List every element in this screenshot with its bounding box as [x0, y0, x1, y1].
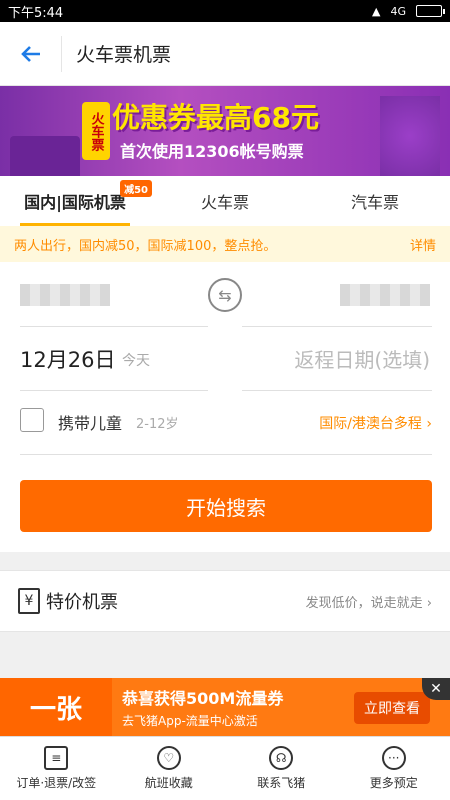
- ad-text: 恭喜获得500M流量券 去飞猪App-流量中心激活: [112, 685, 283, 729]
- notice-text: 两人出行，国内减50，国际减100，整点抢。: [14, 238, 277, 254]
- bottom-nav: ≡ 订单·退票/改签 ♡ 航班收藏 ☊ 联系飞猪 ··· 更多预定: [0, 736, 450, 800]
- ad-banner[interactable]: 一张 恭喜获得500M流量券 去飞猪App-流量中心激活 立即查看 ✕: [0, 678, 450, 736]
- intl-link-label: 国际/港澳台多程: [319, 416, 422, 432]
- yen-ticket-icon: ¥: [18, 588, 40, 614]
- more-icon: ···: [381, 746, 406, 770]
- special-flights-label: 特价机票: [46, 592, 118, 613]
- child-age-label: 2-12岁: [136, 417, 179, 432]
- search-button[interactable]: 开始搜索: [20, 480, 432, 532]
- battery-icon: [416, 5, 445, 17]
- search-form: ⇆ 12月26日 今天 返程日期(选填) 携带儿童 2-12岁 国际/港澳台多程…: [0, 262, 450, 552]
- nav-orders-label: 订单·退票/改签: [16, 776, 97, 790]
- departure-city-field[interactable]: [20, 284, 110, 306]
- clipboard-icon: ≡: [44, 746, 69, 770]
- wifi-icon: ▲: [372, 4, 381, 18]
- divider: [20, 454, 432, 455]
- banner-decoration: [10, 136, 80, 176]
- promo-notice: 两人出行，国内减50，国际减100，整点抢。 详情: [0, 226, 450, 262]
- tab-train[interactable]: 火车票: [150, 176, 300, 226]
- special-flights-row[interactable]: ¥ 特价机票 发现低价，说走就走 ›: [0, 570, 450, 632]
- nav-orders[interactable]: ≡ 订单·退票/改签: [0, 737, 113, 800]
- child-checkbox[interactable]: [20, 408, 44, 432]
- back-button[interactable]: [0, 35, 62, 72]
- divider: [20, 390, 208, 391]
- nav-favorites[interactable]: ♡ 航班收藏: [113, 737, 226, 800]
- swap-icon: ⇆: [218, 285, 232, 305]
- tab-flights[interactable]: 国内|国际机票 减50: [0, 176, 152, 226]
- status-bar: 下午5:44 ▲ 4G: [0, 0, 450, 22]
- banner-headline: 优惠券最高68元: [112, 101, 319, 134]
- page-title: 火车票机票: [76, 44, 172, 66]
- swap-cities-button[interactable]: ⇆: [208, 278, 242, 312]
- discount-badge: 减50: [120, 180, 152, 197]
- intl-multi-city-link[interactable]: 国际/港澳台多程 ›: [319, 413, 432, 433]
- special-flights-hint: 发现低价，说走就走 ›: [305, 595, 432, 611]
- signal-label: 4G: [390, 4, 406, 18]
- ad-title: 恭喜获得500M流量券: [122, 689, 284, 708]
- headset-icon: ☊: [269, 746, 294, 770]
- child-label: 携带儿童: [58, 414, 123, 433]
- tab-train-label: 火车票: [200, 193, 249, 212]
- notice-details-link[interactable]: 详情: [410, 235, 436, 254]
- divider: [242, 326, 432, 327]
- nav-more-label: 更多预定: [369, 776, 418, 790]
- divider: [20, 326, 208, 327]
- nav-contact[interactable]: ☊ 联系飞猪: [225, 737, 338, 800]
- banner-tag: 火车票: [82, 102, 110, 160]
- ad-close-icon[interactable]: ✕: [422, 678, 450, 700]
- promo-banner[interactable]: 火车票 优惠券最高68元 首次使用12306帐号购票: [0, 86, 450, 176]
- ad-big-text: 一张: [0, 678, 112, 736]
- back-arrow-icon: [20, 45, 40, 62]
- arrival-city-field[interactable]: [340, 284, 430, 306]
- banner-decoration-right: [380, 96, 440, 176]
- return-date-field[interactable]: 返程日期(选填): [294, 344, 430, 373]
- banner-subline: 首次使用12306帐号购票: [120, 142, 304, 161]
- divider: [242, 390, 432, 391]
- tab-bus-label: 汽车票: [350, 193, 399, 212]
- departure-date[interactable]: 12月26日: [20, 344, 115, 374]
- transport-tabs: 国内|国际机票 减50 火车票 汽车票: [0, 176, 450, 226]
- heart-icon: ♡: [156, 746, 181, 770]
- ad-subtitle: 去飞猪App-流量中心激活: [122, 714, 258, 728]
- today-label: 今天: [122, 353, 150, 369]
- tab-flights-label: 国内|国际机票: [24, 193, 126, 212]
- nav-more[interactable]: ··· 更多预定: [338, 737, 450, 800]
- nav-favorites-label: 航班收藏: [144, 776, 193, 790]
- top-bar: 火车票机票: [0, 22, 450, 86]
- nav-contact-label: 联系飞猪: [257, 776, 306, 790]
- status-time: 下午5:44: [8, 5, 64, 21]
- ad-view-button[interactable]: 立即查看: [354, 692, 430, 724]
- tab-bus[interactable]: 汽车票: [300, 176, 450, 226]
